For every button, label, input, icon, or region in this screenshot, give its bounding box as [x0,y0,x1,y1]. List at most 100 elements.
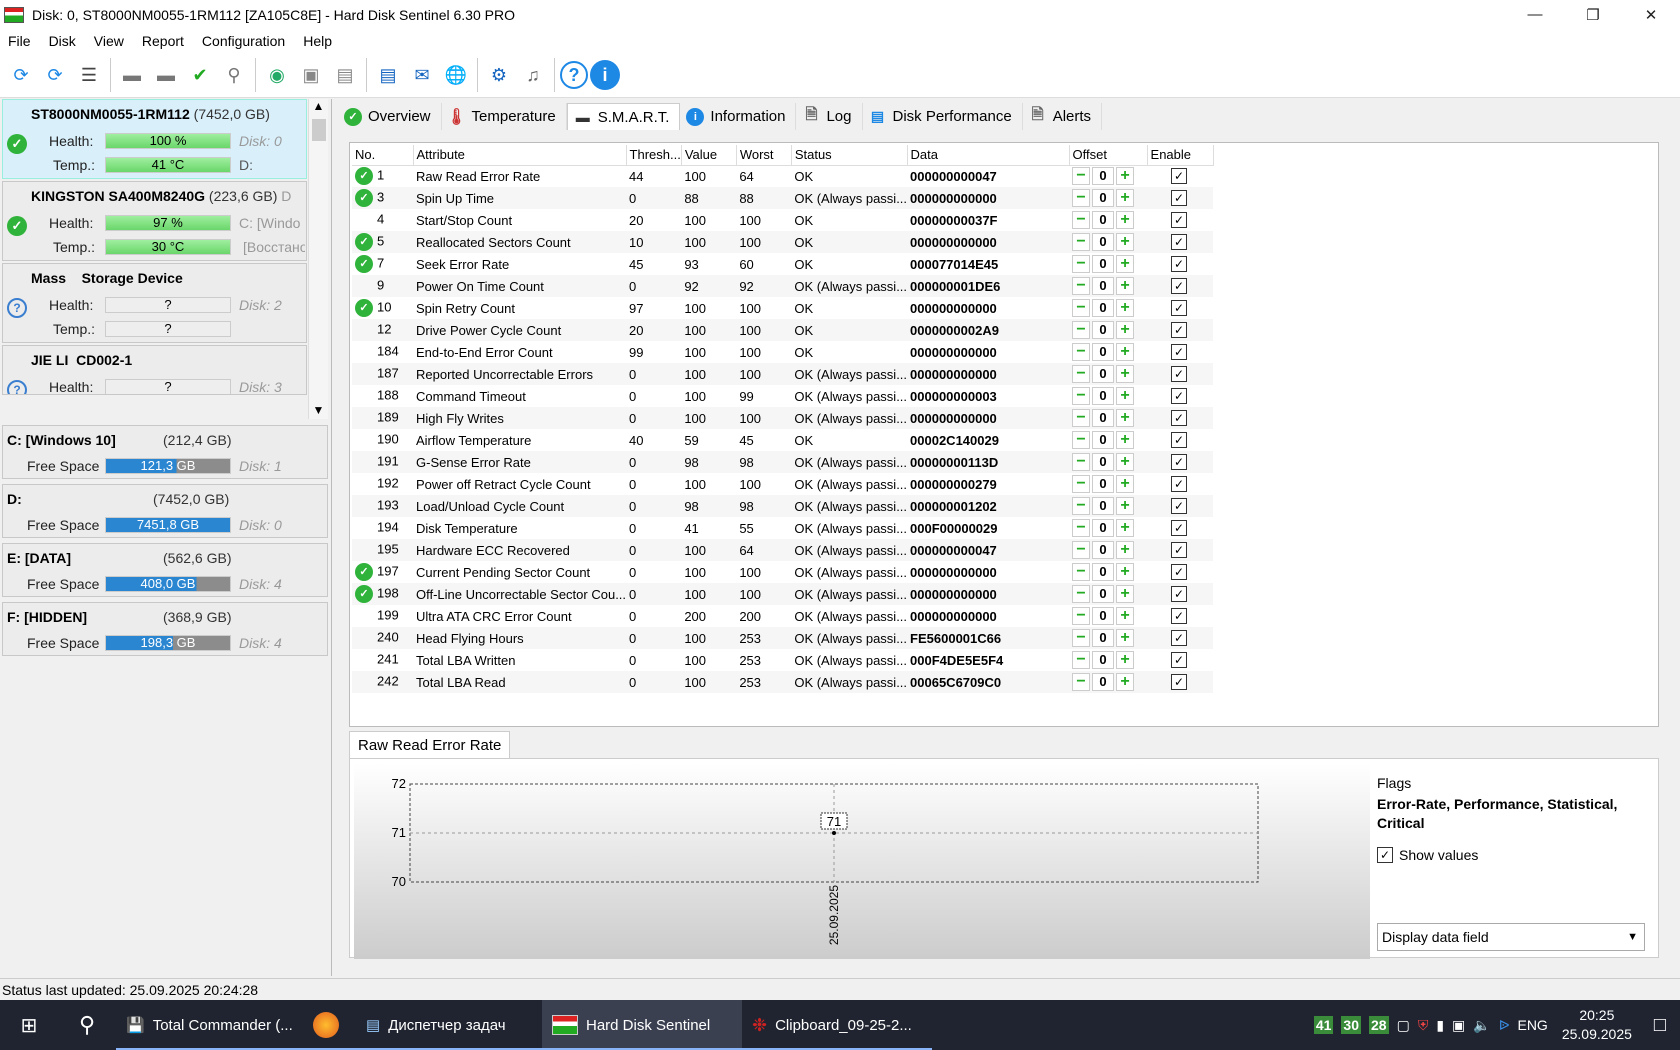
enable-checkbox[interactable]: ✓ [1171,586,1188,602]
tab-smart[interactable]: ▬ S.M.A.R.T. [566,103,681,130]
offset-value[interactable]: 0 [1092,453,1115,471]
tray-temp-3[interactable]: 28 [1369,1016,1389,1034]
menu-configuration[interactable]: Configuration [198,33,293,49]
table-row[interactable]: ✓ 5 Reallocated Sectors Count 10 100 100 OK 000… [352,231,1214,253]
enable-checkbox[interactable]: ✓ [1171,520,1188,536]
notifications-icon[interactable]: □ [1654,1014,1666,1037]
offset-value[interactable]: 0 [1092,629,1115,647]
col-data[interactable]: Data [907,145,1070,166]
offset-minus-button[interactable]: − [1072,607,1091,625]
refresh-warning-icon[interactable]: ⟳ [39,59,71,91]
table-row[interactable]: ✓ 3 Spin Up Time 0 88 88 OK (Always passi... 00… [352,187,1214,209]
bluetooth-icon[interactable]: ᐉ [1499,1017,1510,1034]
usb-icon[interactable]: ▮ [1436,1017,1444,1034]
col-enable[interactable]: Enable [1147,145,1214,166]
enable-checkbox[interactable]: ✓ [1171,322,1188,338]
offset-value[interactable]: 0 [1092,189,1115,207]
offset-plus-button[interactable]: + [1116,541,1135,559]
volume-card[interactable]: D: (7452,0 GB) Free Space 7451,8 GB Disk… [2,484,328,538]
offset-minus-button[interactable]: − [1072,189,1091,207]
taskbar-task-manager[interactable]: ▤ Диспетчер задач [356,1000,542,1050]
table-row[interactable]: ✓ 198 Off-Line Uncorrectable Sector Cou...… [352,583,1214,605]
report-icon[interactable]: ▤ [372,59,404,91]
disk-schedule-icon[interactable]: ▬ [150,59,182,91]
offset-value[interactable]: 0 [1092,343,1115,361]
disk-list-scrollbar[interactable]: ▲ ▼ [308,99,328,419]
close-button[interactable]: ✕ [1622,0,1680,29]
clock[interactable]: 20:25 25.09.2025 [1562,1006,1632,1044]
col-value[interactable]: Value [681,145,737,166]
volume-icon[interactable]: 🔈 [1473,1017,1490,1034]
tray-temp-2[interactable]: 30 [1341,1016,1361,1034]
tab-disk-performance[interactable]: ▤ Disk Performance [863,103,1023,130]
start-button[interactable]: ⊞ [0,1000,58,1050]
offset-minus-button[interactable]: − [1072,167,1091,186]
table-row[interactable]: ✓ 10 Spin Retry Count 97 100 100 OK 00000000000… [352,297,1213,319]
enable-checkbox[interactable]: ✓ [1171,278,1188,294]
table-row[interactable]: 4 Start/Stop Count 20 100 100 OK 00000000037F −… [352,209,1213,231]
scroll-up-icon[interactable]: ▲ [309,99,328,113]
enable-checkbox[interactable]: ✓ [1171,212,1188,228]
offset-minus-button[interactable]: − [1072,629,1091,647]
tab-overview[interactable]: ✓ Overview [338,103,442,130]
taskbar-clipboard[interactable]: ❉ Clipboard_09-25-2... [742,1000,932,1050]
offset-plus-button[interactable]: + [1116,431,1135,449]
table-row[interactable]: 199 Ultra ATA CRC Error Count 0 200 200 OK (A… [352,605,1213,627]
disk-list-icon[interactable]: ☰ [73,59,105,91]
table-row[interactable]: 9 Power On Time Count 0 92 92 OK (Always pass… [352,275,1214,297]
table-row[interactable]: 240 Head Flying Hours 0 100 253 OK (Always pa… [352,627,1214,649]
mail-icon[interactable]: ✉ [406,59,438,91]
table-row[interactable]: 193 Load/Unload Cycle Count 0 98 98 OK (Alway… [352,495,1214,517]
offset-plus-button[interactable]: + [1116,607,1135,625]
menu-disk[interactable]: Disk [45,33,84,49]
table-row[interactable]: 242 Total LBA Read 0 100 253 OK (Always passi… [352,671,1214,693]
offset-plus-button[interactable]: + [1116,673,1135,691]
table-row[interactable]: 12 Drive Power Cycle Count 20 100 100 OK 00000… [352,319,1214,341]
offset-value[interactable]: 0 [1092,365,1115,383]
offset-minus-button[interactable]: − [1072,277,1091,295]
enable-checkbox[interactable]: ✓ [1171,432,1188,448]
enable-checkbox[interactable]: ✓ [1171,564,1188,580]
enable-checkbox[interactable]: ✓ [1171,256,1188,272]
network-disk-icon[interactable]: ◉ [261,59,293,91]
offset-value[interactable]: 0 [1092,409,1115,427]
table-row[interactable]: 188 Command Timeout 0 100 99 OK (Always passi… [352,385,1213,407]
offset-plus-button[interactable]: + [1116,563,1135,581]
offset-minus-button[interactable]: − [1072,233,1091,251]
window-icon[interactable]: ▢ [1397,1017,1410,1034]
offset-plus-button[interactable]: + [1116,167,1135,186]
minimize-button[interactable]: — [1506,0,1564,29]
offset-minus-button[interactable]: − [1072,673,1091,691]
col-threshold[interactable]: Thresh... [626,145,682,166]
offset-minus-button[interactable]: − [1072,585,1091,603]
offset-minus-button[interactable]: − [1072,321,1091,339]
refresh-icon[interactable]: ⟳ [5,59,37,91]
maximize-button[interactable]: ❐ [1564,0,1622,29]
offset-minus-button[interactable]: − [1072,343,1091,361]
enable-checkbox[interactable]: ✓ [1171,652,1188,668]
graph-tab[interactable]: Raw Read Error Rate [349,731,511,759]
offset-value[interactable]: 0 [1092,475,1115,493]
offset-minus-button[interactable]: − [1072,365,1091,383]
offset-value[interactable]: 0 [1092,607,1115,625]
scroll-down-icon[interactable]: ▼ [309,403,328,417]
offset-plus-button[interactable]: + [1116,519,1135,537]
offset-value[interactable]: 0 [1092,497,1115,515]
offset-plus-button[interactable]: + [1116,343,1135,361]
offset-plus-button[interactable]: + [1116,233,1135,251]
offset-value[interactable]: 0 [1092,541,1115,559]
disk-card[interactable]: Mass Storage Device ? Health: ? Disk: 2 … [2,263,307,343]
disk-card[interactable]: ST8000NM0055-1RM112 (7452,0 GB) ✓ Health… [2,99,307,179]
taskbar-hard-disk-sentinel[interactable]: Hard Disk Sentinel [542,1000,742,1050]
offset-minus-button[interactable]: − [1072,431,1091,449]
offset-minus-button[interactable]: − [1072,453,1091,471]
offset-value[interactable]: 0 [1092,299,1115,317]
offset-plus-button[interactable]: + [1116,189,1135,207]
offset-plus-button[interactable]: + [1116,497,1135,515]
table-row[interactable]: 241 Total LBA Written 0 100 253 OK (Always pa… [352,649,1213,671]
menu-view[interactable]: View [90,33,132,49]
shield-icon[interactable]: ⛨ [1418,1017,1429,1034]
enable-checkbox[interactable]: ✓ [1171,366,1188,382]
usb-disk-icon[interactable]: ▣ [295,59,327,91]
offset-value[interactable]: 0 [1092,321,1115,339]
